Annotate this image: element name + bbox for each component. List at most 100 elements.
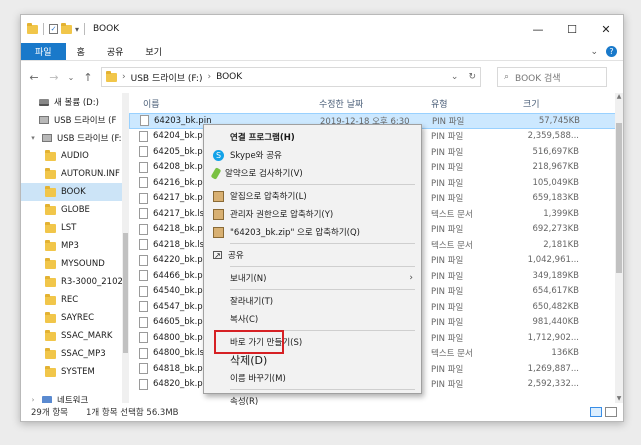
- refresh-button[interactable]: ↻: [468, 72, 476, 82]
- tab-home[interactable]: 홈: [66, 43, 96, 60]
- minimize-button[interactable]: —: [521, 15, 555, 43]
- tab-share[interactable]: 공유: [96, 43, 135, 60]
- nav-item-mp3[interactable]: MP3: [21, 237, 129, 255]
- maximize-button[interactable]: ☐: [555, 15, 589, 43]
- column-name[interactable]: 이름: [129, 97, 319, 110]
- large-icons-view-icon[interactable]: [605, 407, 617, 417]
- customize-dropdown-icon[interactable]: ▾: [75, 25, 79, 34]
- nav-item-globe[interactable]: GLOBE: [21, 201, 129, 219]
- nav-item-네트워크[interactable]: › 네트워크: [21, 391, 129, 403]
- context-menu-item[interactable]: "64203_bk.zip" 으로 압축하기(Q): [204, 223, 421, 241]
- nav-item-system[interactable]: SYSTEM: [21, 363, 129, 381]
- nav-item-ssac-mp3[interactable]: SSAC_MP3: [21, 345, 129, 363]
- context-menu-item[interactable]: 연결 프로그램(H): [204, 128, 421, 146]
- context-menu-item[interactable]: 복사(C): [204, 310, 421, 328]
- close-button[interactable]: ✕: [589, 15, 623, 43]
- column-type[interactable]: 유형: [431, 97, 519, 110]
- scroll-up-icon[interactable]: ▲: [615, 93, 623, 101]
- column-date[interactable]: 수정한 날짜: [319, 97, 431, 110]
- column-size[interactable]: 크기: [519, 97, 579, 110]
- nav-item-usb-드라이브-f-[interactable]: ▾ USB 드라이브 (F:): [21, 129, 129, 147]
- address-dropdown-icon[interactable]: ⌄: [451, 72, 459, 82]
- column-header: 이름 수정한 날짜 유형 크기: [129, 93, 623, 113]
- context-menu-item[interactable]: 알집으로 압축하기(L): [204, 187, 421, 205]
- file-name: 64204_bk.pin: [153, 131, 211, 142]
- file-icon: [139, 146, 148, 158]
- nav-item-mysound[interactable]: MYSOUND: [21, 255, 129, 273]
- file-icon: [139, 208, 148, 220]
- context-menu-item[interactable]: ↗ 공유: [204, 246, 421, 264]
- menu-separator: [230, 266, 415, 267]
- file-name: 64818_bk.pin: [153, 363, 211, 374]
- folder-icon[interactable]: [27, 22, 38, 34]
- nav-item-label: SYSTEM: [61, 367, 95, 377]
- nav-item-sayrec[interactable]: SAYREC: [21, 309, 129, 327]
- file-name: 64218_bk.pin: [153, 224, 211, 235]
- up-button[interactable]: ↑: [81, 71, 95, 84]
- file-size: 650,482KB: [532, 301, 579, 312]
- properties-icon[interactable]: ✓: [49, 24, 58, 34]
- address-bar[interactable]: › USB 드라이브 (F:) › BOOK ⌄ ↻: [101, 67, 481, 87]
- file-size: 1,712,902...: [527, 332, 579, 343]
- context-menu-item[interactable]: 보내기(N) ›: [204, 269, 421, 287]
- context-menu-item[interactable]: 알약으로 검사하기(V): [204, 164, 421, 182]
- details-view-icon[interactable]: [590, 407, 602, 417]
- alyac-icon: [210, 166, 222, 180]
- file-icon: [139, 301, 148, 313]
- context-menu-label: 이름 바꾸기(M): [230, 374, 286, 384]
- chevron-right-icon: ›: [122, 72, 126, 82]
- file-size: 2,181KB: [543, 239, 579, 250]
- nav-item-label: AUDIO: [61, 151, 89, 161]
- context-menu-item[interactable]: 속성(R): [204, 392, 421, 410]
- forward-button[interactable]: →: [47, 71, 61, 84]
- folder-icon: [45, 293, 56, 305]
- file-size: 349,189KB: [532, 270, 579, 281]
- nav-item-label: LST: [61, 223, 77, 233]
- nav-item-label: MP3: [61, 241, 79, 251]
- scroll-down-icon[interactable]: ▼: [615, 395, 623, 403]
- file-name: 64547_bk.pin: [153, 301, 211, 312]
- tab-file[interactable]: 파일: [21, 43, 66, 60]
- context-menu-item[interactable]: 잘라내기(T): [204, 292, 421, 310]
- nav-item-usb-드라이브-f[interactable]: USB 드라이브 (F: [21, 111, 129, 129]
- search-input[interactable]: ⌕ BOOK 검색: [497, 67, 607, 87]
- back-button[interactable]: ←: [27, 71, 41, 84]
- nav-item-r3-3000-21020[interactable]: R3-3000_21020: [21, 273, 129, 291]
- context-menu-item[interactable]: 이름 바꾸기(M): [204, 369, 421, 387]
- menu-separator: [230, 389, 415, 390]
- nav-scrollbar[interactable]: [122, 93, 129, 403]
- nav-item-audio[interactable]: AUDIO: [21, 147, 129, 165]
- file-size: 105,049KB: [532, 177, 579, 188]
- help-icon[interactable]: ?: [606, 46, 617, 57]
- nav-item-새-볼륨-d-[interactable]: 새 볼륨 (D:): [21, 93, 129, 111]
- recent-locations-button[interactable]: ⌄: [67, 73, 75, 82]
- file-name: 64820_bk.pin: [153, 379, 211, 390]
- nav-item-label: REC: [61, 295, 79, 305]
- file-type: PIN 파일: [432, 116, 465, 127]
- ribbon-expand-icon[interactable]: ⌄: [590, 47, 598, 57]
- nav-item-label: R3-3000_21020: [61, 277, 129, 287]
- chevron-down-icon[interactable]: ▾: [29, 134, 37, 142]
- nav-item-rec[interactable]: REC: [21, 291, 129, 309]
- file-size: 1,269,887...: [527, 363, 579, 374]
- breadcrumb-drive[interactable]: USB 드라이브 (F:): [131, 71, 203, 84]
- file-name: 64205_bk.pin: [153, 146, 211, 157]
- nav-item-ssac-mark[interactable]: SSAC_MARK: [21, 327, 129, 345]
- breadcrumb-folder[interactable]: BOOK: [216, 72, 242, 82]
- chevron-right-icon: ›: [409, 273, 413, 283]
- chevron-right-icon[interactable]: ›: [29, 396, 37, 403]
- context-menu-item[interactable]: S Skype와 공유: [204, 146, 421, 164]
- nav-item-book[interactable]: BOOK: [21, 183, 129, 201]
- file-list-scrollbar[interactable]: ▲ ▼: [615, 93, 623, 403]
- nav-item-lst[interactable]: LST: [21, 219, 129, 237]
- context-menu-item[interactable]: 관리자 권한으로 압축하기(Y): [204, 205, 421, 223]
- file-type: PIN 파일: [431, 380, 464, 391]
- file-size: 218,967KB: [532, 162, 579, 173]
- usb-drive-icon: [42, 134, 52, 142]
- alzip-icon: [213, 226, 224, 238]
- file-scroll-thumb[interactable]: [616, 123, 622, 273]
- nav-scroll-thumb[interactable]: [123, 233, 128, 353]
- new-folder-icon[interactable]: [61, 22, 72, 34]
- nav-item-autorun-inf[interactable]: AUTORUN.INF: [21, 165, 129, 183]
- tab-view[interactable]: 보기: [134, 43, 173, 60]
